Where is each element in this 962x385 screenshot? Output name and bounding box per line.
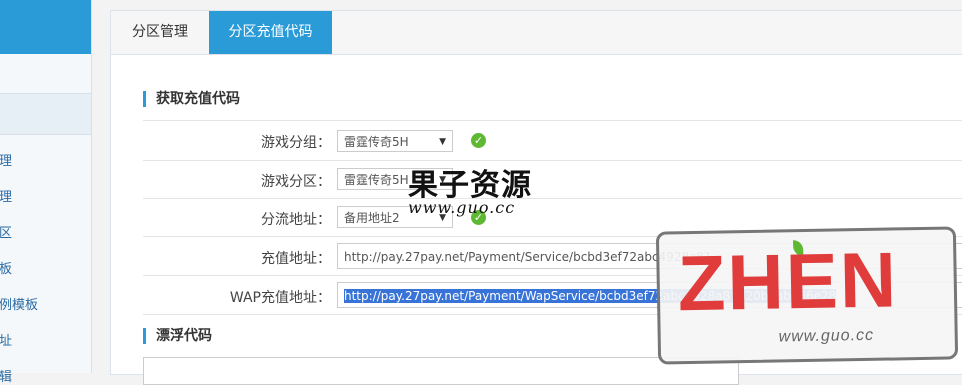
sidebar-item-active[interactable]: 理: [0, 93, 91, 135]
sidebar-item[interactable]: 管理: [0, 186, 91, 205]
section-title-float-code: 漂浮代码: [143, 328, 212, 344]
zone-select-value: 雷霆传奇5H: [344, 173, 409, 187]
check-icon: ✓: [471, 133, 486, 148]
sidebar-item[interactable]: 管理: [0, 150, 91, 169]
sidebar-item[interactable]: 分区: [0, 222, 91, 241]
section-title-get-code: 获取充值代码: [143, 91, 240, 107]
form-row-zone: 游戏分区： 雷霆传奇5H ▼: [143, 161, 962, 199]
route-label: 分流地址：: [261, 212, 331, 228]
zone-label: 游戏分区：: [261, 174, 331, 190]
tab-bar: 分区管理 分区充值代码: [111, 11, 962, 55]
sidebar-item[interactable]: 比例模板: [0, 294, 91, 313]
stamp-url: www.guo.cc: [778, 326, 875, 346]
stamp-logo-text: ZHEN: [676, 235, 899, 328]
wap-label: WAP充值地址：: [229, 290, 331, 306]
watermark-stamp: ZHEN www.guo.cc: [655, 226, 959, 365]
recharge-label: 充值地址：: [261, 251, 331, 267]
sidebar-item[interactable]: 模板: [0, 258, 91, 277]
watermark-url: www.guo.cc: [408, 198, 516, 217]
tab-zone-recharge-code[interactable]: 分区充值代码: [209, 11, 332, 54]
route-select-value: 备用地址2: [344, 211, 400, 225]
group-label: 游戏分组：: [261, 135, 331, 151]
sidebar-item[interactable]: 编辑: [0, 366, 91, 385]
group-select-value: 雷霆传奇5H: [344, 135, 409, 149]
group-select[interactable]: 雷霆传奇5H ▼: [337, 130, 453, 152]
sidebar-item[interactable]: 料: [0, 64, 91, 83]
recharge-form: 游戏分组： 雷霆传奇5H ▼ ✓ 游戏分区： 雷霆传奇5H ▼ 分流地址： 备用…: [143, 120, 962, 315]
sidebar: 单 料 理 管理 管理 分区 模板 比例模板 地址 编辑: [0, 0, 92, 385]
sidebar-header: 单: [0, 0, 91, 54]
chevron-down-icon: ▼: [439, 137, 446, 147]
sidebar-item[interactable]: 地址: [0, 330, 91, 349]
float-code-textarea[interactable]: [143, 357, 739, 385]
tab-zone-management[interactable]: 分区管理: [111, 11, 210, 54]
form-row-group: 游戏分组： 雷霆传奇5H ▼ ✓: [143, 121, 962, 161]
